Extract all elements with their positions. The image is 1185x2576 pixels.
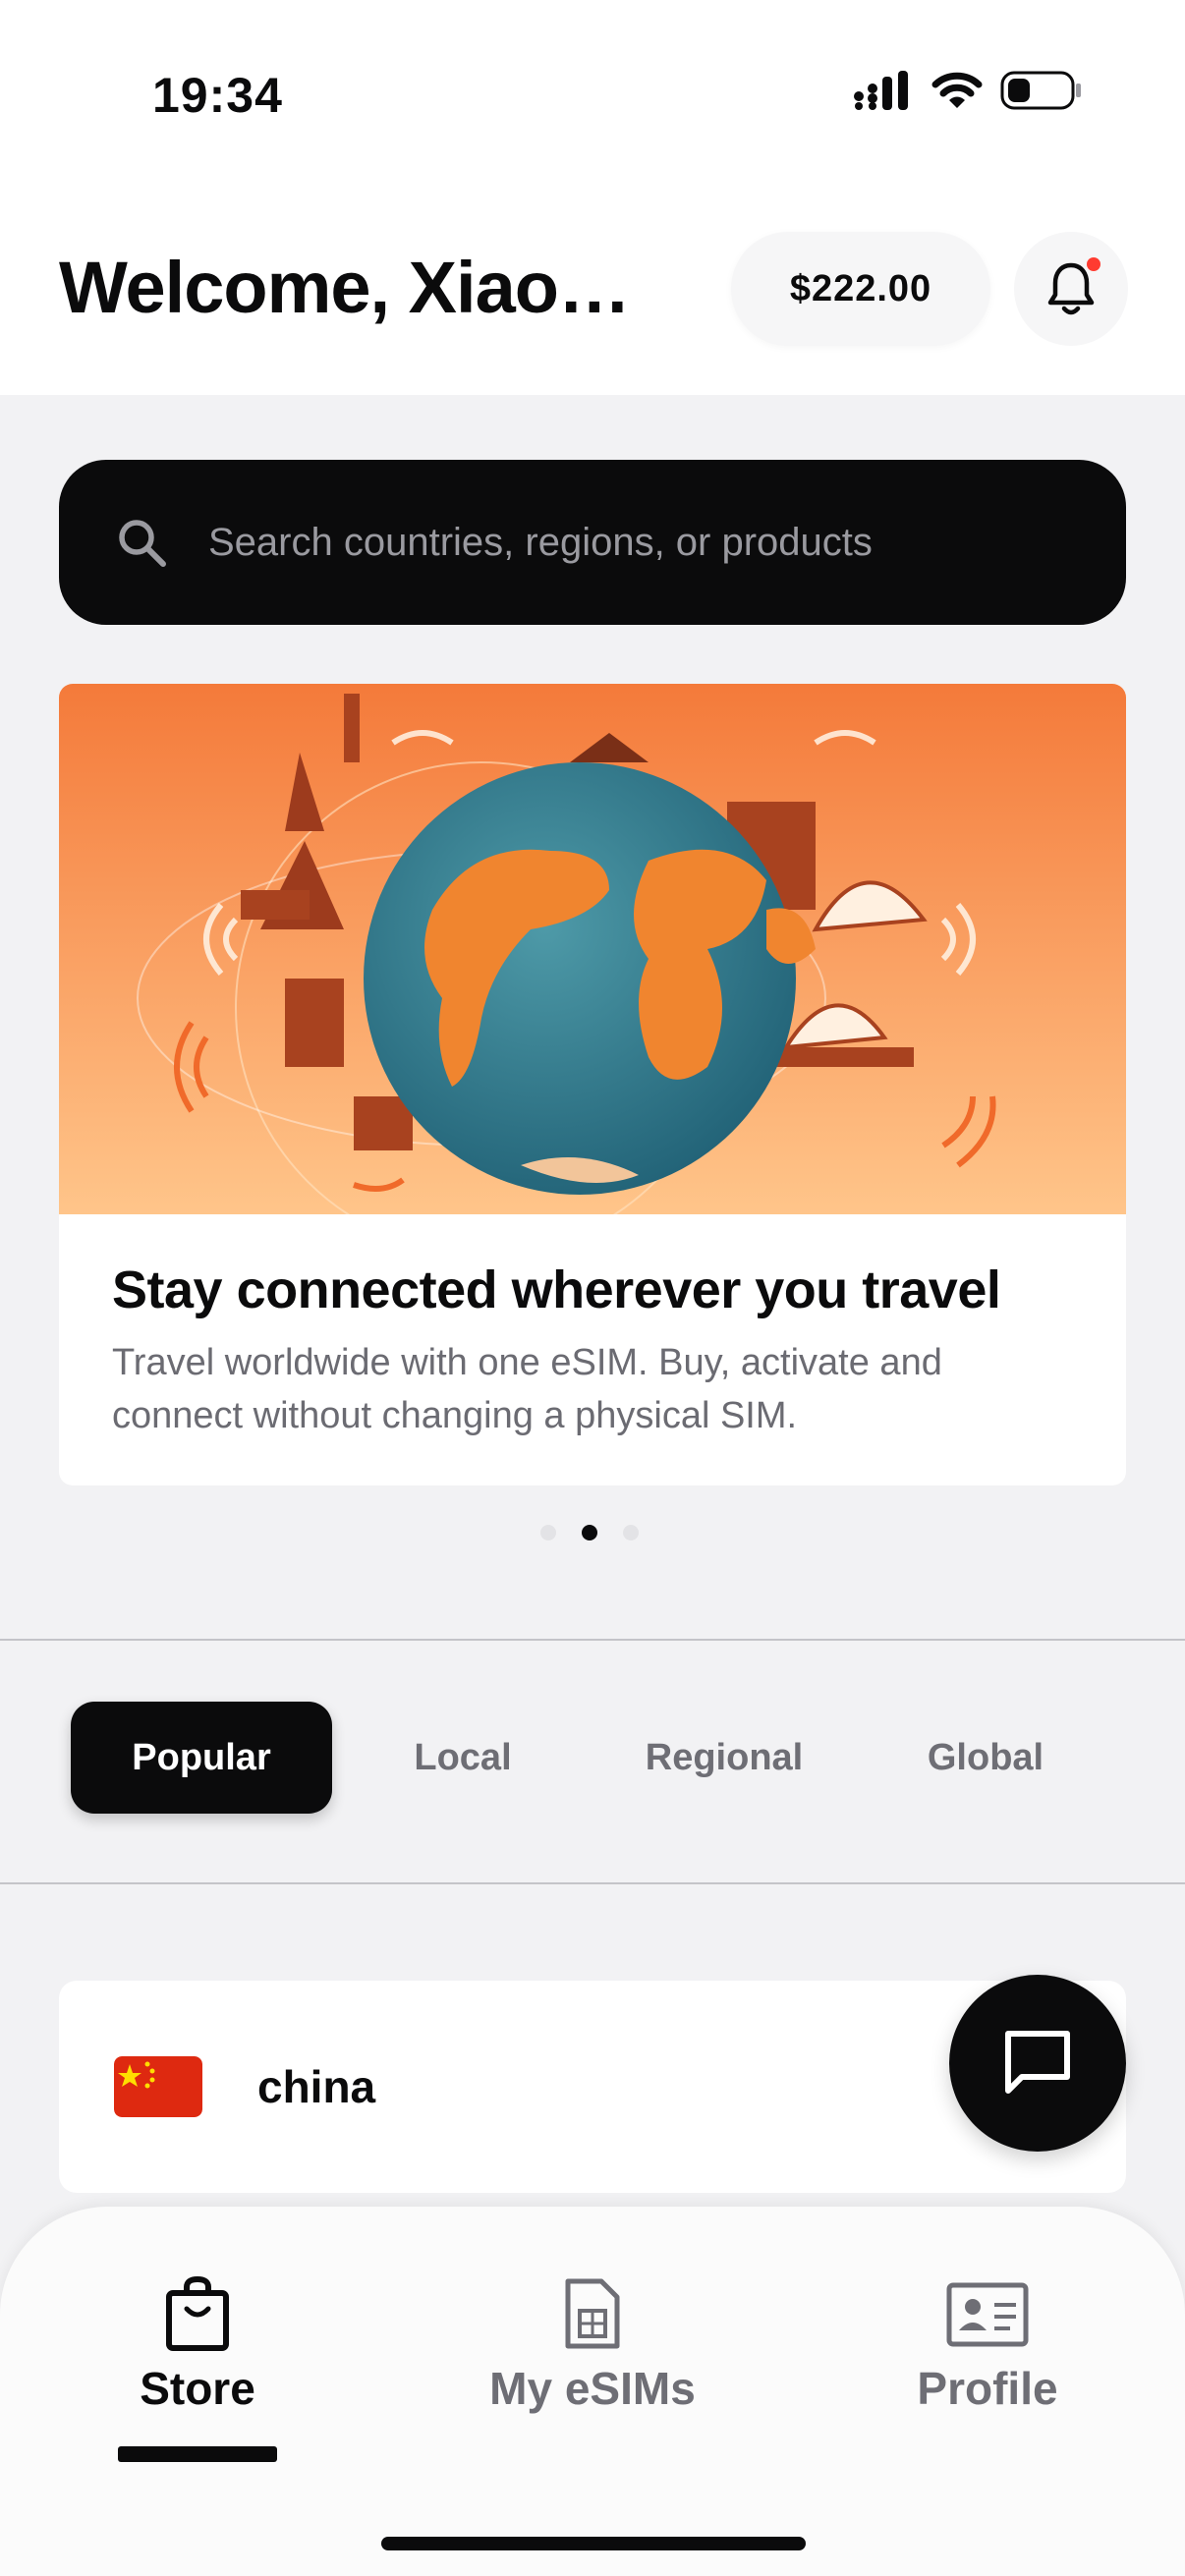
shopping-bag-icon: [166, 2275, 229, 2351]
carousel-indicator: [540, 1525, 639, 1540]
search-placeholder: Search countries, regions, or products: [208, 520, 873, 564]
nav-store-label: Store: [140, 2363, 255, 2414]
notifications-button[interactable]: [1014, 232, 1128, 346]
tab-regional[interactable]: Regional: [593, 1702, 855, 1814]
sim-card-icon: [565, 2278, 620, 2349]
carousel-dot[interactable]: [540, 1525, 556, 1540]
cellular-signal-icon: [854, 71, 908, 110]
nav-my-esims-label: My eSIMs: [489, 2363, 696, 2414]
nav-profile[interactable]: Profile: [896, 2275, 1079, 2415]
banner-subtitle: Travel worldwide with one eSIM. Buy, act…: [112, 1342, 942, 1436]
active-tab-indicator: [118, 2446, 277, 2462]
tab-global[interactable]: Global: [855, 1702, 1116, 1814]
balance-amount: $222.00: [789, 267, 932, 309]
status-icons: [853, 71, 1083, 110]
id-card-icon: [946, 2282, 1029, 2347]
balance-button[interactable]: $222.00: [731, 232, 990, 346]
tab-local[interactable]: Local: [332, 1702, 593, 1814]
globe-travel-illustration: [59, 684, 1126, 1214]
search-icon: [119, 520, 166, 567]
wifi-icon: [931, 72, 983, 108]
chat-bubble-icon: [1005, 2031, 1070, 2094]
nav-profile-label: Profile: [917, 2363, 1058, 2414]
header-area: [0, 0, 1185, 395]
search-input[interactable]: Search countries, regions, or products: [59, 460, 1126, 625]
welcome-title: Welcome, Xiao…: [59, 247, 631, 328]
country-name: china: [257, 2061, 376, 2112]
bottom-navigation: Store My eSIMs Profile: [0, 2207, 1185, 2576]
banner-title: Stay connected wherever you travel: [112, 1260, 1001, 1319]
nav-store[interactable]: Store: [118, 2275, 277, 2415]
chat-support-button[interactable]: [949, 1975, 1126, 2152]
china-flag-icon: [114, 2056, 202, 2117]
tab-popular[interactable]: Popular: [71, 1702, 332, 1814]
carousel-dot[interactable]: [623, 1525, 639, 1540]
divider: [0, 1639, 1185, 1641]
nav-my-esims[interactable]: My eSIMs: [472, 2275, 713, 2415]
status-time: 19:34: [152, 68, 283, 123]
battery-icon: [1000, 71, 1081, 110]
home-indicator[interactable]: [381, 2537, 806, 2550]
promo-banner-card[interactable]: Stay connected wherever you travel Trave…: [59, 684, 1126, 1485]
divider: [0, 1882, 1185, 1884]
plan-category-tabs: Popular Local Regional Global: [71, 1702, 1126, 1814]
notification-badge-dot: [1087, 257, 1100, 271]
carousel-dot-active[interactable]: [582, 1525, 597, 1540]
